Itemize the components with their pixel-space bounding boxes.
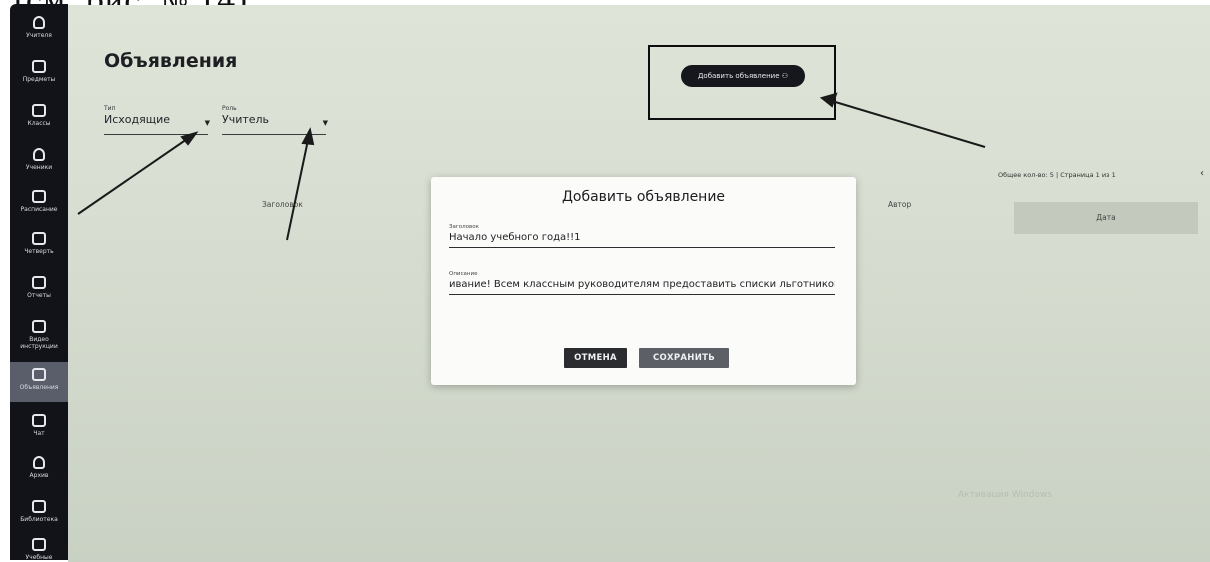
arrow-to-type-select [77, 136, 191, 215]
cancel-button[interactable]: ОТМЕНА [564, 348, 627, 368]
arrow-to-add-button [831, 100, 986, 148]
add-announcement-dialog: Добавить объявление Заголовок Начало уче… [431, 177, 856, 385]
arrow-head [180, 131, 199, 146]
description-field[interactable]: Описание ивание! Всем классным руководит… [449, 271, 835, 295]
arrow-head [301, 127, 315, 146]
heading-field-underline [449, 247, 835, 248]
arrow-to-role-select [286, 139, 309, 241]
heading-field[interactable]: Заголовок Начало учебного года!!1 [449, 224, 835, 248]
save-button[interactable]: СОХРАНИТЬ [639, 348, 729, 368]
dialog-title: Добавить объявление [561, 189, 726, 205]
heading-field-label: Заголовок [449, 224, 479, 230]
description-field-label: Описание [449, 271, 478, 277]
heading-field-value: Начало учебного года!!1 [449, 232, 581, 243]
arrow-head [819, 92, 838, 108]
description-field-underline [449, 294, 835, 295]
description-field-value: ивание! Всем классным руководителям пред… [449, 279, 835, 290]
